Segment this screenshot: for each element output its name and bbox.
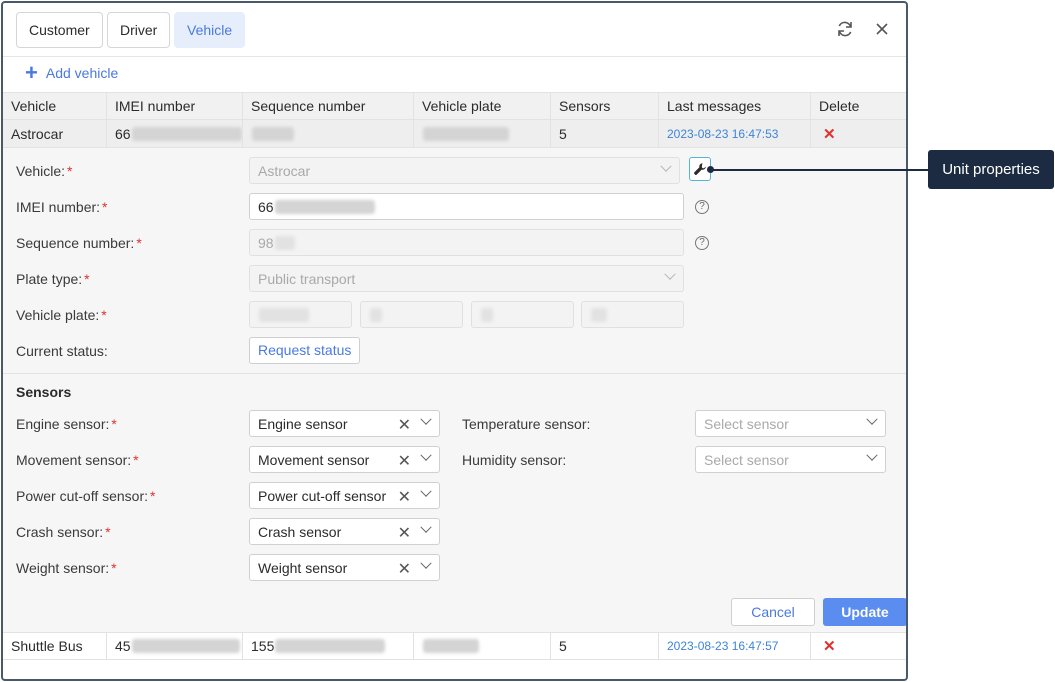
cell-last-message[interactable]: 2023-08-23 16:47:57 xyxy=(658,633,810,659)
weight-sensor-label: Weight sensor: * xyxy=(16,560,117,576)
clear-icon[interactable]: ✕ xyxy=(398,523,411,543)
table-row[interactable]: Shuttle Bus 45 155 5 2023-08-23 16:47:57… xyxy=(3,632,906,660)
humidity-sensor-label: Humidity sensor: xyxy=(462,452,567,468)
temperature-sensor-label: Temperature sensor: xyxy=(462,416,591,432)
table-row[interactable]: Astrocar 66 5 2023-08-23 16:47:53 ✕ xyxy=(3,120,906,148)
clear-icon[interactable]: ✕ xyxy=(398,451,411,471)
tab-customer[interactable]: Customer xyxy=(16,12,103,48)
plate-part-4[interactable] xyxy=(581,301,684,328)
power-cutoff-sensor-label: Power cut-off sensor: * xyxy=(16,488,156,504)
plus-icon: + xyxy=(25,60,38,85)
col-vehicle: Vehicle xyxy=(11,98,57,114)
cell-delete: ✕ xyxy=(810,120,906,147)
chevron-down-icon xyxy=(420,449,432,461)
clear-icon[interactable]: ✕ xyxy=(398,487,411,507)
update-button[interactable]: Update xyxy=(823,598,906,626)
unit-properties-callout: Unit properties xyxy=(928,150,1054,189)
cell-imei: 66 xyxy=(106,120,242,147)
plate-type-select[interactable]: Public transport xyxy=(249,265,684,292)
col-sensors: Sensors xyxy=(550,93,658,119)
weight-sensor-select[interactable]: Weight sensor ✕ xyxy=(249,554,440,581)
sensors-title: Sensors xyxy=(16,384,72,400)
cell-plate xyxy=(413,120,550,147)
chevron-down-icon xyxy=(866,413,878,425)
vehicle-dialog: Customer Driver Vehicle + Add vehicle Ve… xyxy=(1,1,908,681)
refresh-icon[interactable] xyxy=(835,19,855,39)
cell-sequence xyxy=(242,120,413,147)
engine-sensor-label: Engine sensor: * xyxy=(16,416,117,432)
col-imei: IMEI number xyxy=(106,93,242,119)
col-delete: Delete xyxy=(810,93,906,119)
sequence-input[interactable]: 98 xyxy=(249,229,684,256)
add-vehicle-button[interactable]: + Add vehicle xyxy=(25,60,119,85)
chevron-down-icon xyxy=(420,413,432,425)
movement-sensor-label: Movement sensor: * xyxy=(16,452,139,468)
cell-delete: ✕ xyxy=(810,633,906,659)
request-status-button[interactable]: Request status xyxy=(249,337,361,364)
callout-dot xyxy=(707,166,714,173)
delete-icon[interactable]: ✕ xyxy=(823,637,836,655)
help-icon[interactable]: ? xyxy=(695,236,709,250)
imei-label: IMEI number: * xyxy=(16,199,108,215)
wrench-icon xyxy=(694,163,706,175)
sequence-label: Sequence number: * xyxy=(16,235,142,251)
tab-driver[interactable]: Driver xyxy=(107,12,171,48)
cell-sensors: 5 xyxy=(550,120,658,147)
tab-vehicle[interactable]: Vehicle xyxy=(174,12,246,48)
plate-part-3[interactable] xyxy=(471,301,574,328)
chevron-down-icon xyxy=(420,521,432,533)
crash-sensor-label: Crash sensor: * xyxy=(16,524,111,540)
chevron-down-icon xyxy=(866,449,878,461)
crash-sensor-select[interactable]: Crash sensor ✕ xyxy=(249,518,440,545)
current-status-label: Current status: xyxy=(16,343,108,359)
divider xyxy=(3,373,906,374)
clear-icon[interactable]: ✕ xyxy=(398,415,411,435)
humidity-sensor-select[interactable]: Select sensor xyxy=(695,446,886,473)
plate-part-1[interactable] xyxy=(249,301,352,328)
tab-bar: Customer Driver Vehicle xyxy=(3,3,906,57)
callout-line xyxy=(711,169,929,171)
help-icon[interactable]: ? xyxy=(695,200,709,214)
chevron-down-icon xyxy=(660,160,672,172)
cell-sequence: 155 xyxy=(242,633,413,659)
add-vehicle-label: Add vehicle xyxy=(45,65,119,81)
vehicle-label: Vehicle: * xyxy=(16,163,73,179)
edit-panel: Vehicle: * Astrocar IMEI number: * 66 ? Se… xyxy=(3,148,906,632)
cell-vehicle: Shuttle Bus xyxy=(11,638,83,654)
cell-sensors: 5 xyxy=(550,633,658,659)
chevron-down-icon xyxy=(664,268,676,280)
col-last-messages: Last messages xyxy=(658,93,810,119)
col-sequence: Sequence number xyxy=(242,93,413,119)
delete-icon[interactable]: ✕ xyxy=(823,125,836,143)
cell-last-message[interactable]: 2023-08-23 16:47:53 xyxy=(658,120,810,147)
power-cutoff-sensor-select[interactable]: Power cut-off sensor ✕ xyxy=(249,482,440,509)
engine-sensor-select[interactable]: Engine sensor ✕ xyxy=(249,410,440,437)
chevron-down-icon xyxy=(420,557,432,569)
plate-part-2[interactable] xyxy=(360,301,463,328)
movement-sensor-select[interactable]: Movement sensor ✕ xyxy=(249,446,440,473)
imei-input[interactable]: 66 xyxy=(249,193,684,220)
plate-type-label: Plate type: * xyxy=(16,271,90,287)
close-icon[interactable] xyxy=(872,19,892,39)
col-plate: Vehicle plate xyxy=(413,93,550,119)
temperature-sensor-select[interactable]: Select sensor xyxy=(695,410,886,437)
cell-vehicle: Astrocar xyxy=(11,125,64,142)
cancel-button[interactable]: Cancel xyxy=(731,598,815,626)
table-header: Vehicle IMEI number Sequence number Vehi… xyxy=(3,92,906,120)
chevron-down-icon xyxy=(420,485,432,497)
clear-icon[interactable]: ✕ xyxy=(398,559,411,579)
cell-plate xyxy=(413,633,550,659)
vehicle-select[interactable]: Astrocar xyxy=(249,157,680,184)
cell-imei: 45 xyxy=(106,633,242,659)
vehicle-plate-label: Vehicle plate: * xyxy=(16,307,107,323)
